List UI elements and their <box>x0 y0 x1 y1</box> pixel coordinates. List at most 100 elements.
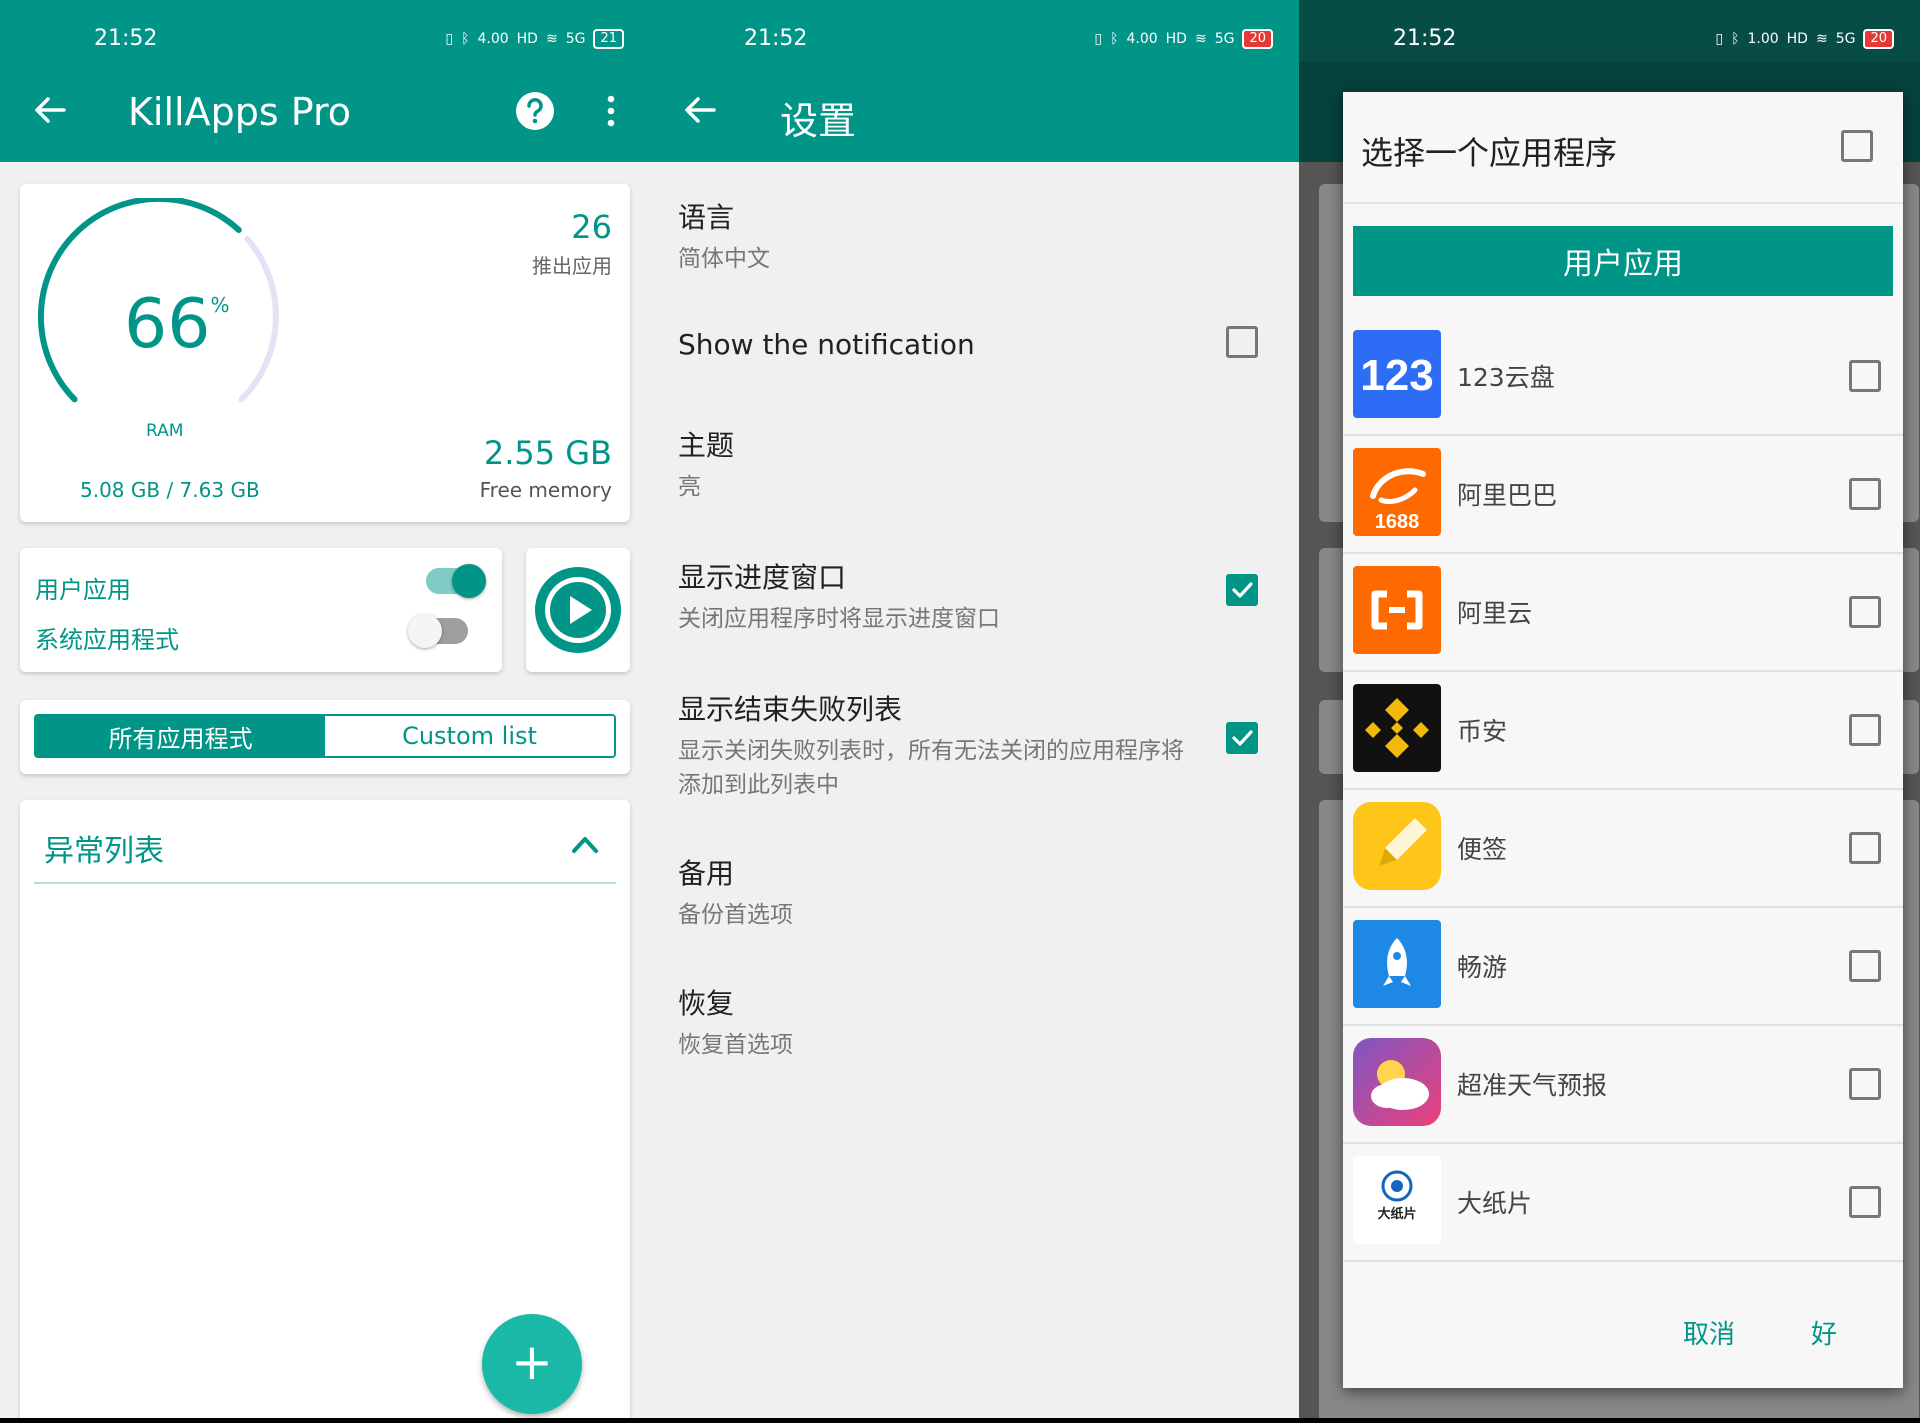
battery-icon: 21 <box>593 29 624 49</box>
app-row-weather[interactable]: 超准天气预报 <box>1343 1026 1903 1144</box>
net-speed: 1.00 <box>1747 31 1779 47</box>
dialog-title: 选择一个应用程序 <box>1361 134 1618 172</box>
binance-icon <box>1353 684 1441 772</box>
notes-icon <box>1353 802 1441 890</box>
status-time: 21:52 <box>744 26 808 51</box>
select-app-dialog: 选择一个应用程序 用户应用 123 123云盘 1688 阿里巴巴 阿里云 币安… <box>1343 92 1903 1388</box>
system-apps-label: 系统应用程式 <box>35 626 179 654</box>
select-all-checkbox[interactable] <box>1841 130 1873 162</box>
app-row-aliyun[interactable]: 阿里云 <box>1343 554 1903 672</box>
ram-card: 66% RAM 5.08 GB / 7.63 GB 26 推出应用 2.55 G… <box>20 184 630 522</box>
123-cloud-icon: 123 <box>1353 330 1441 418</box>
user-apps-label: 用户应用 <box>35 576 131 604</box>
app-row-alibaba[interactable]: 1688 阿里巴巴 <box>1343 436 1903 554</box>
vibrate-icon: ▯ <box>445 31 454 47</box>
back-arrow-icon[interactable] <box>30 90 70 130</box>
tab-custom-list[interactable]: Custom list <box>325 716 614 756</box>
app-checkbox[interactable] <box>1849 596 1881 628</box>
status-bar: 21:52 ▯ ᛒ 1.00 HD ≋ 5G 20 <box>1299 0 1920 62</box>
user-apps-toggle[interactable] <box>426 564 486 598</box>
app-row-dazhipian[interactable]: 大纸片 大纸片 <box>1343 1144 1903 1262</box>
bluetooth-icon: ᛒ <box>461 31 470 47</box>
signal-icon: 5G <box>1835 31 1856 47</box>
svg-text:1688: 1688 <box>1375 511 1420 533</box>
chevron-up-icon[interactable] <box>570 832 600 856</box>
system-apps-toggle[interactable] <box>408 614 468 648</box>
exception-list-title: 异常列表 <box>44 834 164 869</box>
app-type-switches: 用户应用 系统应用程式 <box>20 548 502 672</box>
ram-label: RAM <box>146 421 184 441</box>
ram-usage: 5.08 GB / 7.63 GB <box>80 478 260 502</box>
plus-icon: + <box>511 1333 553 1391</box>
wifi-icon: ≋ <box>1815 31 1828 47</box>
back-arrow-icon[interactable] <box>680 90 720 130</box>
cancel-button[interactable]: 取消 <box>1683 1314 1735 1351</box>
setting-language[interactable]: 语言 简体中文 <box>678 196 1271 276</box>
status-bar: 21:52 ▯ ᛒ 4.00 HD ≋ 5G 20 <box>650 0 1299 62</box>
app-row-binance[interactable]: 币安 <box>1343 672 1903 790</box>
app-checkbox[interactable] <box>1849 360 1881 392</box>
alibaba-icon: 1688 <box>1353 448 1441 536</box>
divider <box>34 882 616 884</box>
setting-theme[interactable]: 主题 亮 <box>678 424 1271 504</box>
kill-start-button[interactable] <box>526 548 630 672</box>
app-checkbox[interactable] <box>1849 478 1881 510</box>
ok-button[interactable]: 好 <box>1811 1314 1837 1351</box>
list-tabs: 所有应用程式 Custom list <box>34 714 616 758</box>
progress-window-checkbox[interactable] <box>1226 574 1258 606</box>
toolbar-title: 设置 <box>780 99 857 143</box>
app-row-123cloud[interactable]: 123 123云盘 <box>1343 318 1903 436</box>
bluetooth-icon: ᛒ <box>1731 31 1740 47</box>
signal-icon: 5G <box>1214 31 1235 47</box>
ram-percent: 66% <box>124 285 230 364</box>
add-button[interactable]: + <box>482 1314 582 1414</box>
status-time: 21:52 <box>1393 26 1457 51</box>
signal-icon: 5G <box>565 31 586 47</box>
setting-backup[interactable]: 备用 备份首选项 <box>678 852 1271 932</box>
svg-text:123: 123 <box>1360 351 1433 400</box>
vibrate-icon: ▯ <box>1715 31 1724 47</box>
killed-count: 26 <box>571 208 612 246</box>
list-tabs-card: 所有应用程式 Custom list <box>20 700 630 774</box>
wifi-icon: ≋ <box>1194 31 1207 47</box>
notification-checkbox[interactable] <box>1226 326 1258 358</box>
failed-list-checkbox[interactable] <box>1226 722 1258 754</box>
setting-failed-list[interactable]: 显示结束失败列表 显示关闭失败列表时，所有无法关闭的应用程序将添加到此列表中 <box>678 688 1203 802</box>
net-speed: 4.00 <box>1126 31 1158 47</box>
gauge-track <box>238 235 279 403</box>
divider <box>1343 202 1903 204</box>
app-checkbox[interactable] <box>1849 714 1881 746</box>
section-user-apps: 用户应用 <box>1353 226 1893 296</box>
battery-icon: 20 <box>1863 29 1894 49</box>
toolbar-title: KillApps Pro <box>128 90 351 134</box>
hd-icon: HD <box>1786 31 1808 47</box>
vibrate-icon: ▯ <box>1094 31 1103 47</box>
app-row-changyou[interactable]: 畅游 <box>1343 908 1903 1026</box>
app-checkbox[interactable] <box>1849 950 1881 982</box>
status-bar: 21:52 ▯ ᛒ 4.00 HD ≋ 5G 21 <box>0 0 650 62</box>
battery-icon: 20 <box>1242 29 1273 49</box>
setting-progress-window[interactable]: 显示进度窗口 关闭应用程序时将显示进度窗口 <box>678 556 1271 636</box>
free-memory-label: Free memory <box>479 478 612 502</box>
wifi-icon: ≋ <box>545 31 558 47</box>
app-row-notes[interactable]: 便签 <box>1343 790 1903 908</box>
help-icon[interactable] <box>514 90 556 132</box>
app-checkbox[interactable] <box>1849 832 1881 864</box>
app-checkbox[interactable] <box>1849 1068 1881 1100</box>
hd-icon: HD <box>516 31 538 47</box>
bluetooth-icon: ᛒ <box>1110 31 1119 47</box>
app-picker-screen: 21:52 ▯ ᛒ 1.00 HD ≋ 5G 20 选择一个应用程序 用户应用 … <box>1299 0 1920 1418</box>
net-speed: 4.00 <box>477 31 509 47</box>
tab-all-apps[interactable]: 所有应用程式 <box>36 716 325 756</box>
app-toolbar: KillApps Pro <box>0 62 650 162</box>
svg-text:大纸片: 大纸片 <box>1377 1206 1416 1221</box>
status-time: 21:52 <box>94 26 158 51</box>
setting-restore[interactable]: 恢复 恢复首选项 <box>678 982 1271 1062</box>
app-checkbox[interactable] <box>1849 1186 1881 1218</box>
play-icon[interactable] <box>532 564 624 656</box>
setting-show-notification[interactable]: Show the notification <box>678 328 1271 361</box>
more-menu-icon[interactable] <box>596 90 626 132</box>
dazhipian-icon: 大纸片 <box>1353 1156 1441 1244</box>
rocket-icon <box>1353 920 1441 1008</box>
killapps-main-screen: 21:52 ▯ ᛒ 4.00 HD ≋ 5G 21 KillApps Pro 6… <box>0 0 650 1418</box>
